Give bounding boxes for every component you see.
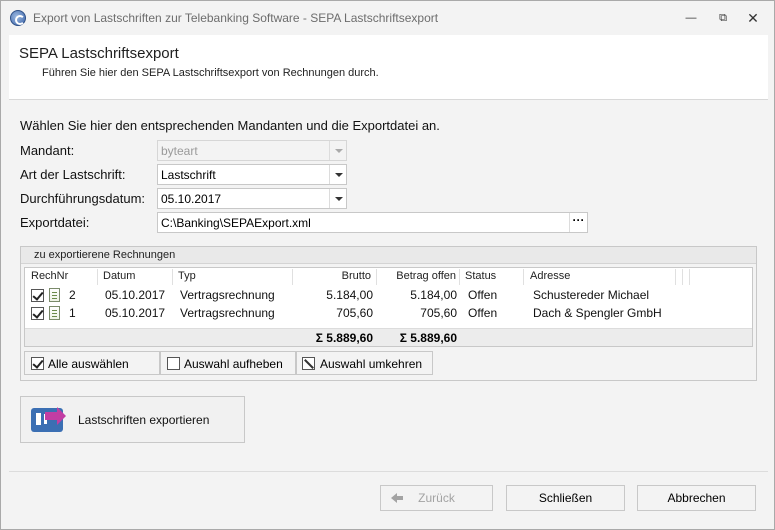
mandant-label: Mandant: <box>20 143 75 158</box>
invert-label: Auswahl umkehren <box>320 357 423 371</box>
row-datum: 05.10.2017 <box>105 306 166 320</box>
col-separator <box>376 269 377 285</box>
row-typ: Vertragsrechnung <box>180 288 275 302</box>
art-select[interactable]: Lastschrift <box>157 164 347 185</box>
header-panel: SEPA Lastschriftsexport Führen Sie hier … <box>9 35 768 100</box>
mandant-select: byteart <box>157 140 347 161</box>
close-icon[interactable]: ✕ <box>744 9 762 27</box>
document-icon <box>49 306 60 320</box>
row-status: Offen <box>468 306 498 320</box>
invert-selection-button[interactable]: Auswahl umkehren <box>296 351 433 375</box>
row-checkbox[interactable] <box>31 307 44 320</box>
col-separator <box>675 269 676 285</box>
document-icon <box>49 288 60 302</box>
col-separator <box>523 269 524 285</box>
export-file-value: C:\Banking\SEPAExport.xml <box>161 216 311 230</box>
app-logo-icon <box>10 10 26 26</box>
export-lastschriften-button[interactable]: Lastschriften exportieren <box>20 396 245 443</box>
invert-selection-icon <box>302 357 315 370</box>
checkbox-checked-icon <box>31 357 44 370</box>
col-rechnr[interactable]: RechNr <box>31 270 68 282</box>
deselect-label: Auswahl aufheben <box>184 357 283 371</box>
row-checkbox[interactable] <box>31 289 44 302</box>
datum-picker[interactable]: 05.10.2017 <box>157 188 347 209</box>
row-brutto: 705,60 <box>336 306 373 320</box>
page-subtitle: Führen Sie hier den SEPA Lastschriftsexp… <box>42 67 379 79</box>
col-separator <box>459 269 460 285</box>
sum-offen: Σ 5.889,60 <box>399 331 457 345</box>
row-datum: 05.10.2017 <box>105 288 166 302</box>
close-label: Schließen <box>538 491 593 505</box>
col-separator <box>97 269 98 285</box>
col-separator <box>689 269 690 285</box>
sum-row: Σ 5.889,60 Σ 5.889,60 <box>25 328 752 346</box>
chevron-down-icon[interactable] <box>329 165 346 184</box>
col-betrag-offen[interactable]: Betrag offen <box>380 270 456 282</box>
export-file-input[interactable]: C:\Banking\SEPAExport.xml ··· <box>157 212 588 233</box>
minimize-icon[interactable]: ― <box>682 9 700 27</box>
col-separator <box>172 269 173 285</box>
art-value: Lastschrift <box>161 168 216 182</box>
row-brutto: 5.184,00 <box>326 288 373 302</box>
mandant-value: byteart <box>161 144 198 158</box>
cancel-button[interactable]: Abbrechen <box>637 485 756 511</box>
export-button-label: Lastschriften exportieren <box>78 413 210 427</box>
col-separator <box>682 269 683 285</box>
deselect-button[interactable]: Auswahl aufheben <box>160 351 296 375</box>
page-title: SEPA Lastschriftsexport <box>19 45 179 62</box>
maximize-icon[interactable]: ⧉ <box>714 9 732 27</box>
group-title: zu exportierene Rechnungen <box>21 247 756 264</box>
intro-text: Wählen Sie hier den entsprechenden Manda… <box>20 118 440 133</box>
row-typ: Vertragsrechnung <box>180 306 275 320</box>
row-rechnr: 1 <box>69 306 76 320</box>
window-title: Export von Lastschriften zur Telebanking… <box>33 11 439 25</box>
row-rechnr: 2 <box>69 288 76 302</box>
export-arrow-icon <box>45 407 66 425</box>
footer-divider <box>9 471 768 472</box>
invoice-grid[interactable]: RechNr Datum Typ Brutto Betrag offen Sta… <box>24 267 753 347</box>
row-adresse: Schustereder Michael <box>533 288 650 302</box>
col-status[interactable]: Status <box>465 270 496 282</box>
row-offen: 5.184,00 <box>410 288 457 302</box>
chevron-down-icon <box>329 141 346 160</box>
chevron-down-icon[interactable] <box>329 189 346 208</box>
sum-brutto: Σ 5.889,60 <box>315 331 373 345</box>
col-datum[interactable]: Datum <box>103 270 135 282</box>
row-status: Offen <box>468 288 498 302</box>
col-adresse[interactable]: Adresse <box>530 270 570 282</box>
checkbox-empty-icon <box>167 357 180 370</box>
back-label: Zurück <box>418 491 455 505</box>
content-area: Wählen Sie hier den entsprechenden Manda… <box>9 101 768 471</box>
title-bar: Export von Lastschriften zur Telebanking… <box>1 1 774 35</box>
back-button[interactable]: Zurück <box>380 485 493 511</box>
arrow-left-icon <box>391 493 403 503</box>
select-all-button[interactable]: Alle auswählen <box>24 351 160 375</box>
close-button[interactable]: Schließen <box>506 485 625 511</box>
browse-button[interactable]: ··· <box>569 213 587 232</box>
col-brutto[interactable]: Brutto <box>297 270 371 282</box>
col-typ[interactable]: Typ <box>178 270 196 282</box>
export-label: Exportdatei: <box>20 215 90 230</box>
col-separator <box>292 269 293 285</box>
row-adresse: Dach & Spengler GmbH <box>533 306 662 320</box>
datum-label: Durchführungsdatum: <box>20 191 146 206</box>
datum-value: 05.10.2017 <box>161 192 222 206</box>
main-window: Export von Lastschriften zur Telebanking… <box>0 0 775 530</box>
invoice-group: zu exportierene Rechnungen RechNr Datum … <box>20 246 757 381</box>
row-offen: 705,60 <box>420 306 457 320</box>
cancel-label: Abbrechen <box>667 491 726 505</box>
art-label: Art der Lastschrift: <box>20 167 126 182</box>
select-all-label: Alle auswählen <box>48 357 129 371</box>
